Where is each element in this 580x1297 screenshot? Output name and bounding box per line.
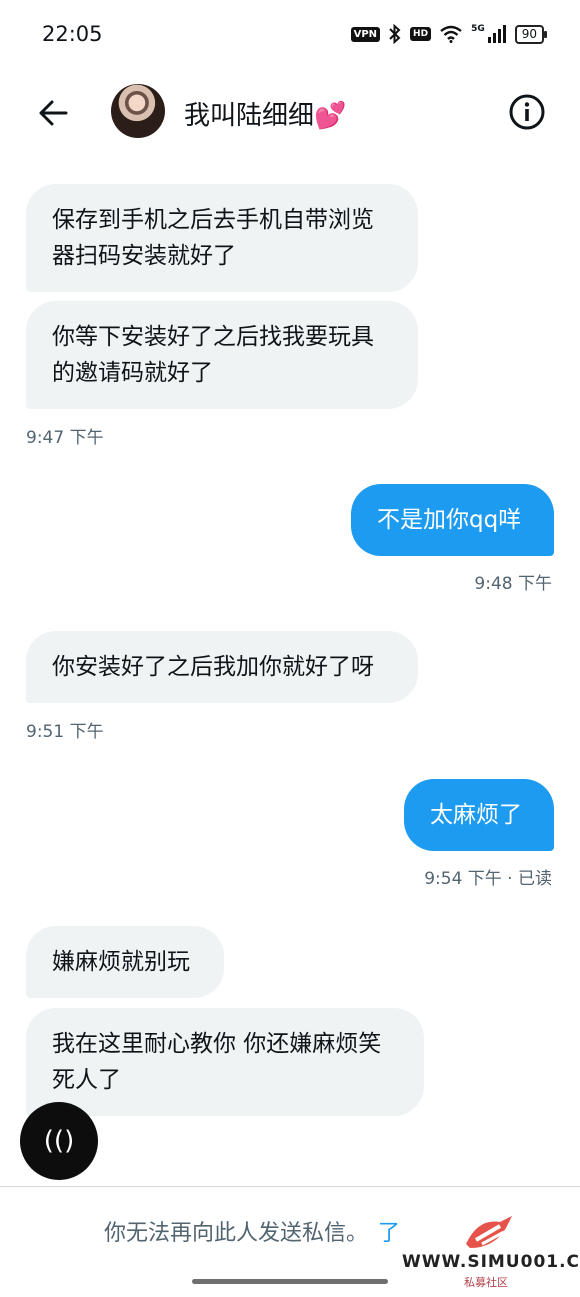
conversation-header: 我叫陆细细💕: [0, 75, 580, 147]
signal-icon: [487, 25, 506, 43]
network-label: 5G: [471, 24, 485, 34]
info-button[interactable]: [508, 93, 546, 131]
back-button[interactable]: [34, 93, 74, 133]
message-bubble-incoming[interactable]: 保存到手机之后去手机自带浏览器扫码安装就好了: [26, 184, 418, 292]
hd-icon: HD: [410, 27, 432, 41]
message-bubble-incoming[interactable]: 我在这里耐心教你 你还嫌麻烦笑死人了: [26, 1008, 424, 1116]
contact-name[interactable]: 我叫陆细细💕: [184, 95, 346, 132]
message-timestamp: 9:51 下午: [26, 722, 104, 742]
learn-more-link[interactable]: 了: [378, 1221, 400, 1246]
message-timestamp: 9:47 下午: [26, 428, 104, 448]
message-timestamp: 9:48 下午: [474, 574, 552, 594]
status-icons: VPN HD 5G 90: [350, 24, 548, 44]
message-bubble-incoming[interactable]: 你等下安装好了之后找我要玩具的邀请码就好了: [26, 301, 418, 409]
avatar[interactable]: [111, 84, 165, 138]
info-icon: [509, 94, 545, 130]
message-bubble-incoming[interactable]: 你安装好了之后我加你就好了呀: [26, 631, 418, 703]
message-bubble-outgoing[interactable]: 不是加你qq咩: [351, 484, 554, 556]
watermark-subtitle: 私募社区: [464, 1276, 508, 1289]
arrow-left-icon: [39, 100, 68, 126]
vpn-icon: VPN: [350, 26, 381, 42]
watermark-logo-icon: [466, 1216, 512, 1248]
message-bubble-incoming[interactable]: 嫌麻烦就别玩: [26, 926, 224, 998]
footer-divider: [0, 1186, 580, 1187]
dm-disabled-text: 你无法再向此人发送私信。: [104, 1221, 369, 1246]
wifi-icon: [440, 25, 462, 43]
site-watermark: WWW.SIMU001.CN 私募社区: [402, 1214, 580, 1294]
message-timestamp-read: 9:54 下午 · 已读: [424, 869, 552, 889]
status-time: 22:05: [42, 22, 103, 46]
home-indicator[interactable]: [192, 1279, 388, 1284]
bluetooth-icon: [389, 24, 401, 44]
floating-widget-icon: ((): [43, 1126, 75, 1156]
watermark-site: WWW.SIMU001.CN: [402, 1252, 580, 1272]
battery-icon: 90: [514, 24, 548, 44]
message-bubble-outgoing[interactable]: 太麻烦了: [404, 779, 554, 851]
status-bar: 22:05 VPN HD 5G 90: [0, 0, 580, 70]
floating-widget-button[interactable]: ((): [20, 1102, 98, 1180]
dm-disabled-notice: 你无法再向此人发送私信。了: [104, 1215, 400, 1247]
